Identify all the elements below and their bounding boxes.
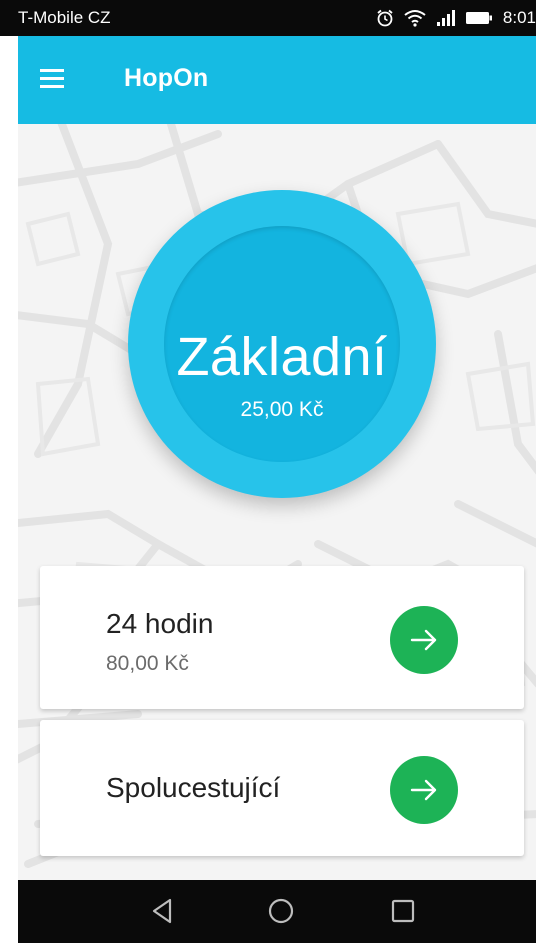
alarm-icon — [377, 9, 393, 27]
navigation-bar — [18, 880, 536, 943]
option-price: 80,00 Kč — [106, 652, 189, 675]
plan-price: 25,00 Kč — [240, 398, 324, 421]
back-icon[interactable] — [148, 896, 178, 931]
option-card-24-hours[interactable]: 24 hodin 80,00 Kč — [40, 566, 524, 709]
recents-icon[interactable] — [388, 896, 418, 931]
clock-time: 8:01 — [502, 8, 536, 27]
option-title: 24 hodin — [106, 608, 214, 639]
wifi-icon — [404, 10, 426, 27]
plan-name: Základní — [176, 327, 388, 387]
status-icons: 8:01 — [375, 0, 536, 36]
battery-icon — [465, 12, 492, 24]
menu-icon[interactable] — [38, 64, 72, 96]
option-title: Spolucestující — [106, 772, 281, 803]
selected-plan-circle[interactable]: Základní 25,00 Kč — [128, 190, 436, 498]
app-bar: HopOn — [18, 36, 536, 124]
option-card-companion[interactable]: Spolucestující — [40, 720, 524, 856]
arrow-right-icon[interactable] — [390, 606, 458, 674]
status-bar: T-Mobile CZ 8:01 — [0, 0, 536, 36]
arrow-right-icon[interactable] — [390, 756, 458, 824]
app-title: HopOn — [124, 64, 209, 92]
plan-inner-circle: Základní 25,00 Kč — [164, 226, 400, 462]
home-icon[interactable] — [266, 896, 296, 931]
carrier-name: T-Mobile CZ — [18, 8, 111, 27]
signal-icon — [436, 10, 455, 26]
